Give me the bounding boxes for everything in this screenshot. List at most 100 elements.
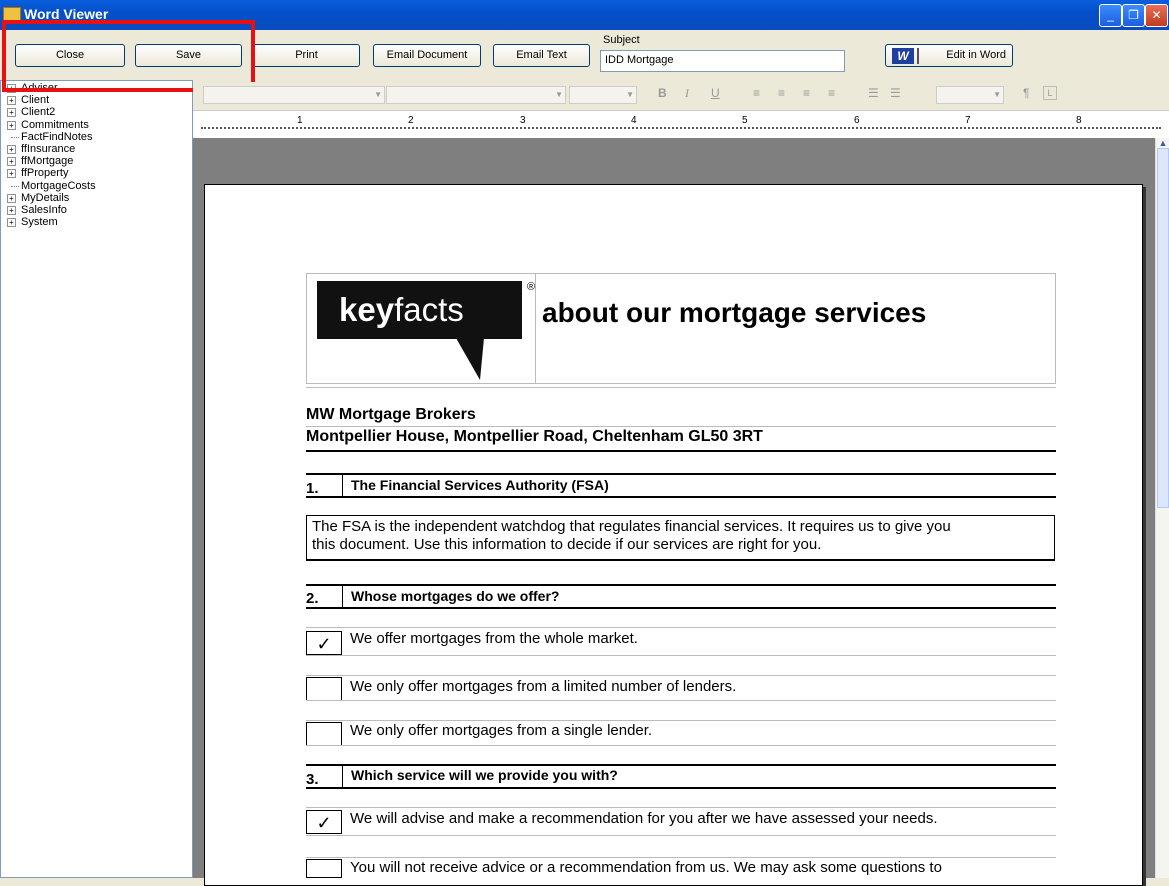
ruler-number: 2 [408,115,414,126]
word-icon-separator [917,48,919,64]
tree-item[interactable]: + Client2 [1,106,192,118]
table-border [306,383,1056,384]
table-border [306,496,1056,498]
minimize-button[interactable]: _ [1099,4,1122,27]
tree-item[interactable]: + ffProperty [1,167,192,179]
chevron-down-icon: ▼ [555,90,563,99]
scroll-up-icon[interactable]: ▲ [1156,138,1169,148]
expand-icon[interactable]: + [7,120,16,130]
bullet-list-icon[interactable]: ☰ [868,86,879,100]
scroll-thumb[interactable] [1157,148,1169,508]
bold-button[interactable]: B [658,86,667,100]
expand-icon[interactable]: + [7,157,16,167]
paragraph-line: The FSA is the independent watchdog that… [312,518,951,535]
expand-icon[interactable]: + [7,205,16,215]
table-border [306,426,1056,427]
ruler: 1 2 3 4 5 6 7 8 [193,110,1169,139]
registered-mark: ® [527,281,536,293]
tree-item[interactable]: FactFindNotes [1,131,192,143]
underline-button[interactable]: U [711,86,720,100]
subject-input[interactable]: IDD Mortgage [600,50,845,72]
tree-item[interactable]: + SalesInfo [1,204,192,216]
checkbox-advised[interactable]: ✓ [306,810,342,834]
font-size-combo[interactable]: ▼ [569,86,637,104]
tree-item[interactable]: + ffInsurance [1,143,192,155]
pilcrow-button[interactable]: ¶ [1023,86,1029,100]
tree-item-label: FactFindNotes [21,130,93,143]
section-title: Which service will we provide you with? [351,767,618,783]
restore-button[interactable]: ❐ [1122,4,1145,27]
table-border [306,764,1056,766]
tree-item-label: MyDetails [21,191,70,204]
print-button[interactable]: Print [253,44,360,67]
tree-item[interactable]: + System [1,216,192,228]
section-number: 2. [306,590,319,607]
table-border [306,807,1056,808]
word-icon: W [892,48,914,64]
ruler-number: 3 [520,115,526,126]
option-text: We only offer mortgages from a single le… [350,722,653,739]
color-combo[interactable]: ▼ [936,86,1004,104]
table-border [306,387,1056,388]
tree-item-label: ffInsurance [21,142,76,155]
expand-icon[interactable]: + [7,96,16,106]
expand-icon[interactable]: + [7,144,16,154]
expand-icon[interactable]: + [7,193,16,203]
ruler-ticks [201,127,1161,129]
tree-item-label: System [21,216,58,229]
email-text-button[interactable]: Email Text [493,44,590,67]
ruler-number: 1 [297,115,303,126]
chevron-down-icon: ▼ [626,90,634,99]
justify-icon[interactable]: ≡ [828,86,835,100]
table-border [306,835,1056,836]
vertical-scrollbar[interactable]: ▲ [1155,138,1169,878]
option-text: You will not receive advice or a recomme… [350,859,942,876]
tab-stop-icon[interactable]: L [1043,86,1057,100]
table-border [1055,273,1056,383]
checkbox-non-advised[interactable] [306,859,342,878]
tree-item-label: ffProperty [21,167,69,180]
ruler-number: 4 [631,115,637,126]
italic-button[interactable]: I [685,86,689,101]
expand-icon[interactable]: + [7,169,16,179]
tree-item[interactable]: + Client [1,94,192,106]
tree-item[interactable]: + Commitments [1,119,192,131]
table-border [306,720,1056,721]
checkbox-whole-market[interactable]: ✓ [306,631,342,655]
table-border [306,700,1056,701]
style-combo[interactable]: ▼ [203,86,385,104]
table-border [306,655,1056,656]
option-text: We only offer mortgages from a limited n… [350,678,737,695]
align-center-icon[interactable]: ≡ [778,86,785,100]
tree-line [11,136,19,138]
table-border [306,450,1056,452]
firm-address: Montpellier House, Montpellier Road, Che… [306,428,763,445]
tree-item[interactable]: MortgageCosts [1,180,192,192]
field-tree: + Adviser + Client + Client2 + Commitments FactF… [0,80,193,878]
font-combo[interactable]: ▼ [386,86,566,104]
email-document-button[interactable]: Email Document [373,44,481,67]
section-number: 3. [306,771,319,788]
tree-item[interactable]: + MyDetails [1,192,192,204]
subject-label: Subject [603,34,640,46]
ruler-number: 8 [1076,115,1082,126]
logo-facts-text: facts [394,291,464,328]
expand-icon[interactable]: + [7,108,16,118]
ruler-number: 5 [742,115,748,126]
checkbox-single-lender[interactable] [306,722,342,746]
tree-item-label: ffMortgage [21,155,74,168]
align-left-icon[interactable]: ≡ [753,86,760,100]
table-border [342,764,343,788]
close-window-button[interactable]: ✕ [1145,4,1168,27]
table-border [306,675,1056,676]
numbered-list-icon[interactable]: ☰ [890,86,901,100]
table-border [342,473,343,497]
expand-icon[interactable]: + [7,218,16,228]
checkbox-limited-lenders[interactable] [306,677,342,701]
ruler-number: 7 [965,115,971,126]
align-right-icon[interactable]: ≡ [803,86,810,100]
tree-item[interactable]: + ffMortgage [1,155,192,167]
table-border [306,627,1056,628]
formatting-toolbar: ▼ ▼ ▼ B I U ≡ ≡ ≡ ≡ ☰ ☰ ▼ ¶ L [193,82,1169,108]
edit-in-word-button[interactable]: W Edit in Word [885,44,1013,67]
